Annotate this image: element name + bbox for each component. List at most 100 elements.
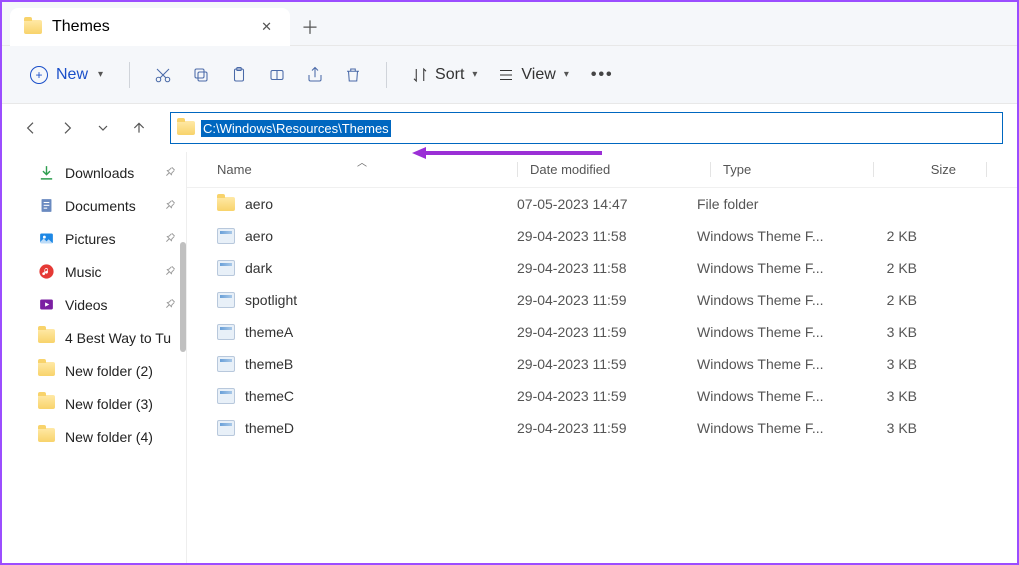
main-area: Downloads Documents Pictures Music Videos 4 B…: [2, 152, 1017, 563]
sort-label: Sort: [435, 66, 464, 84]
file-date: 29-04-2023 11:59: [517, 324, 697, 340]
column-date[interactable]: Date modified: [530, 162, 710, 177]
recent-dropdown[interactable]: [88, 113, 118, 143]
copy-button[interactable]: [184, 58, 218, 92]
file-name: dark: [245, 260, 272, 276]
pin-icon: [165, 166, 176, 180]
sidebar-item-videos[interactable]: Videos: [2, 288, 186, 321]
folder-icon: [24, 20, 42, 34]
share-button[interactable]: [298, 58, 332, 92]
sidebar-scrollbar[interactable]: [180, 242, 186, 352]
sidebar-item-4-best-way-to-tu[interactable]: 4 Best Way to Tu: [2, 321, 186, 354]
file-row[interactable]: aero 07-05-2023 14:47File folder: [187, 188, 1017, 220]
file-row[interactable]: themeC 29-04-2023 11:59Windows Theme F...…: [187, 380, 1017, 412]
new-tab-button[interactable]: ＋: [290, 8, 330, 45]
window-tab[interactable]: Themes ✕: [10, 8, 290, 46]
theme-file-icon: [217, 388, 235, 404]
file-size: 2 KB: [847, 260, 947, 276]
sort-indicator-icon: ︿: [357, 154, 367, 169]
document-icon: [38, 197, 55, 214]
file-row[interactable]: themeD29-04-2023 11:59Windows Theme F...…: [187, 412, 1017, 444]
divider: [129, 62, 130, 88]
file-size: 3 KB: [847, 324, 947, 340]
address-bar[interactable]: C:\Windows\Resources\Themes: [170, 112, 1003, 144]
folder-icon: [177, 121, 195, 135]
theme-file-icon: [217, 324, 235, 340]
pin-icon: [165, 199, 176, 213]
file-date: 29-04-2023 11:59: [517, 292, 697, 308]
music-icon: [38, 263, 55, 280]
file-name: spotlight: [245, 292, 297, 308]
sidebar-item-music[interactable]: Music: [2, 255, 186, 288]
up-button[interactable]: [124, 113, 154, 143]
file-row[interactable]: themeB29-04-2023 11:59Windows Theme F...…: [187, 348, 1017, 380]
sidebar-item-downloads[interactable]: Downloads: [2, 156, 186, 189]
paste-button[interactable]: [222, 58, 256, 92]
divider: [386, 62, 387, 88]
address-path: C:\Windows\Resources\Themes: [201, 120, 391, 137]
close-tab-icon[interactable]: ✕: [257, 15, 276, 39]
sidebar-item-label: New folder (3): [65, 396, 153, 412]
sidebar-item-new-folder-2-[interactable]: New folder (2): [2, 354, 186, 387]
file-date: 29-04-2023 11:59: [517, 388, 697, 404]
back-button[interactable]: [16, 113, 46, 143]
file-name: themeD: [245, 420, 294, 436]
folder-icon: [217, 197, 235, 211]
plus-circle-icon: +: [30, 66, 48, 84]
sidebar: Downloads Documents Pictures Music Videos 4 B…: [2, 152, 187, 563]
file-name: themeB: [245, 356, 293, 372]
download-icon: [38, 164, 55, 181]
file-date: 07-05-2023 14:47: [517, 196, 697, 212]
file-type: Windows Theme F...: [697, 324, 847, 340]
folder-icon: [38, 362, 55, 379]
sidebar-item-label: Music: [65, 264, 102, 280]
sort-button[interactable]: Sort ▾: [403, 60, 485, 90]
column-size[interactable]: Size: [886, 162, 986, 177]
folder-icon: [38, 329, 55, 346]
forward-button[interactable]: [52, 113, 82, 143]
chevron-down-icon: ▾: [564, 69, 569, 80]
file-type: Windows Theme F...: [697, 356, 847, 372]
sidebar-item-label: Videos: [65, 297, 108, 313]
view-button[interactable]: View ▾: [489, 60, 576, 90]
pin-icon: [165, 265, 176, 279]
file-name: aero: [245, 196, 273, 212]
file-date: 29-04-2023 11:58: [517, 228, 697, 244]
file-type: Windows Theme F...: [697, 260, 847, 276]
file-name: themeA: [245, 324, 293, 340]
column-headers: ︿ Name Date modified Type Size: [187, 152, 1017, 188]
folder-icon: [38, 395, 55, 412]
view-label: View: [521, 66, 555, 84]
new-label: New: [56, 66, 88, 84]
file-row[interactable]: aero29-04-2023 11:58Windows Theme F...2 …: [187, 220, 1017, 252]
file-row[interactable]: spotlight29-04-2023 11:59Windows Theme F…: [187, 284, 1017, 316]
sidebar-item-label: New folder (2): [65, 363, 153, 379]
delete-button[interactable]: [336, 58, 370, 92]
theme-file-icon: [217, 292, 235, 308]
sidebar-item-new-folder-3-[interactable]: New folder (3): [2, 387, 186, 420]
theme-file-icon: [217, 420, 235, 436]
pin-icon: [165, 298, 176, 312]
file-row[interactable]: themeA 29-04-2023 11:59Windows Theme F...…: [187, 316, 1017, 348]
more-button[interactable]: •••: [581, 66, 624, 84]
rename-button[interactable]: [260, 58, 294, 92]
sort-icon: [411, 66, 429, 84]
column-type[interactable]: Type: [723, 162, 873, 177]
file-row[interactable]: dark29-04-2023 11:58Windows Theme F...2 …: [187, 252, 1017, 284]
pictures-icon: [38, 230, 55, 247]
sidebar-item-new-folder-4-[interactable]: New folder (4): [2, 420, 186, 453]
file-type: Windows Theme F...: [697, 388, 847, 404]
sidebar-item-documents[interactable]: Documents: [2, 189, 186, 222]
sidebar-item-label: Documents: [65, 198, 136, 214]
file-type: File folder: [697, 196, 847, 212]
file-size: 2 KB: [847, 292, 947, 308]
titlebar: Themes ✕ ＋: [2, 2, 1017, 46]
new-button[interactable]: + New ▾: [20, 60, 113, 90]
file-type: Windows Theme F...: [697, 420, 847, 436]
cut-button[interactable]: [146, 58, 180, 92]
nav-row: C:\Windows\Resources\Themes: [2, 104, 1017, 152]
file-size: 2 KB: [847, 228, 947, 244]
theme-file-icon: [217, 228, 235, 244]
sidebar-item-pictures[interactable]: Pictures: [2, 222, 186, 255]
file-name: themeC: [245, 388, 294, 404]
